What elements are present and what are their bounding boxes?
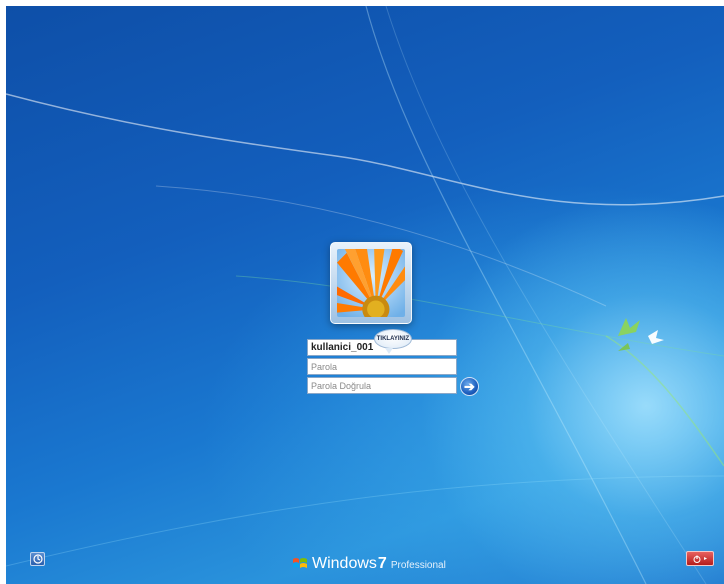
brand-version: 7: [377, 555, 387, 572]
ease-of-access-button[interactable]: [30, 552, 45, 566]
ease-of-access-icon: [32, 554, 43, 564]
click-hint-bubble: TIKLAYINIZ: [374, 329, 412, 354]
power-icon: [693, 555, 701, 563]
chevron-right-icon[interactable]: ▸: [704, 555, 707, 562]
password-field[interactable]: Parola: [307, 358, 457, 375]
shutdown-button[interactable]: ▸: [686, 551, 714, 566]
arrow-right-icon: ➔: [464, 379, 475, 394]
brand-edition: Professional: [390, 560, 446, 571]
confirm-password-field[interactable]: Parola Doğrula: [307, 377, 457, 394]
windows-flag-icon: [293, 558, 307, 568]
windows-branding: Windows 7 Professional: [292, 554, 446, 572]
birds-icon: [618, 318, 664, 351]
brand-word: Windows: [312, 555, 377, 572]
avatar: [337, 249, 405, 317]
login-screen: kullanici_001 TIKLAYINIZ Parola Parola D…: [6, 6, 724, 584]
user-avatar-frame[interactable]: [330, 242, 412, 324]
submit-button[interactable]: ➔: [460, 377, 479, 396]
